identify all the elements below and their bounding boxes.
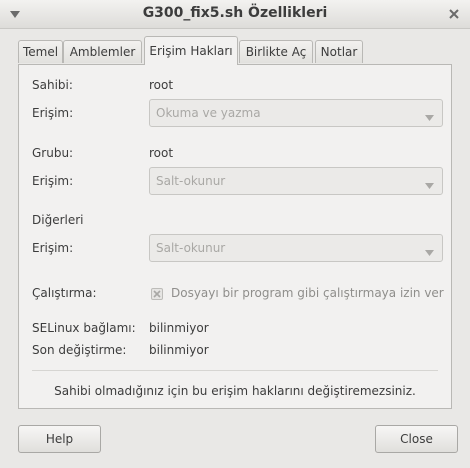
help-button[interactable]: Help — [18, 425, 101, 453]
selinux-label: SELinux bağlamı: — [32, 321, 136, 335]
group-access-label: Erişim: — [32, 174, 74, 188]
others-access-combo[interactable]: Salt-okunur — [149, 234, 443, 262]
execute-label: Çalıştırma: — [32, 286, 97, 300]
window-titlebar: G300_fix5.sh Özellikleri — [0, 0, 470, 29]
chevron-down-icon — [425, 245, 434, 256]
execute-checkbox[interactable] — [151, 288, 163, 300]
selinux-value: bilinmiyor — [149, 321, 209, 335]
owner-access-value: Okuma ve yazma — [156, 106, 261, 120]
chevron-down-icon — [425, 178, 434, 189]
checkmark-icon — [153, 290, 161, 298]
owner-access-combo[interactable]: Okuma ve yazma — [149, 99, 443, 127]
close-icon[interactable] — [446, 6, 462, 22]
chevron-down-icon — [425, 110, 434, 121]
permissions-panel: Sahibi: root Erişim: Okuma ve yazma Grub… — [18, 64, 452, 409]
owner-access-label: Erişim: — [32, 106, 74, 120]
modified-value: bilinmiyor — [149, 343, 209, 357]
tab-amblemler[interactable]: Amblemler — [63, 40, 142, 63]
execute-checkbox-label[interactable]: Dosyayı bir program gibi çalıştırmaya iz… — [171, 286, 444, 300]
group-access-value: Salt-okunur — [156, 174, 226, 188]
group-label: Grubu: — [32, 146, 74, 160]
close-button[interactable]: Close — [375, 425, 458, 453]
others-access-value: Salt-okunur — [156, 241, 226, 255]
tab-notlar[interactable]: Notlar — [315, 40, 363, 63]
tab-temel[interactable]: Temel — [18, 40, 63, 63]
tab-birlikte-ac[interactable]: Birlikte Aç — [239, 40, 313, 63]
group-value: root — [149, 146, 174, 160]
others-label: Diğerleri — [32, 213, 84, 227]
others-access-label: Erişim: — [32, 241, 74, 255]
window-title: G300_fix5.sh Özellikleri — [142, 5, 328, 21]
modified-label: Son değiştirme: — [32, 343, 127, 357]
tab-erisim-haklari[interactable]: Erişim Hakları — [144, 36, 238, 65]
owner-value: root — [149, 78, 174, 92]
permission-notice: Sahibi olmadığınız için bu erişim haklar… — [54, 384, 416, 398]
owner-label: Sahibi: — [32, 78, 73, 92]
separator — [32, 370, 438, 371]
group-access-combo[interactable]: Salt-okunur — [149, 167, 443, 195]
